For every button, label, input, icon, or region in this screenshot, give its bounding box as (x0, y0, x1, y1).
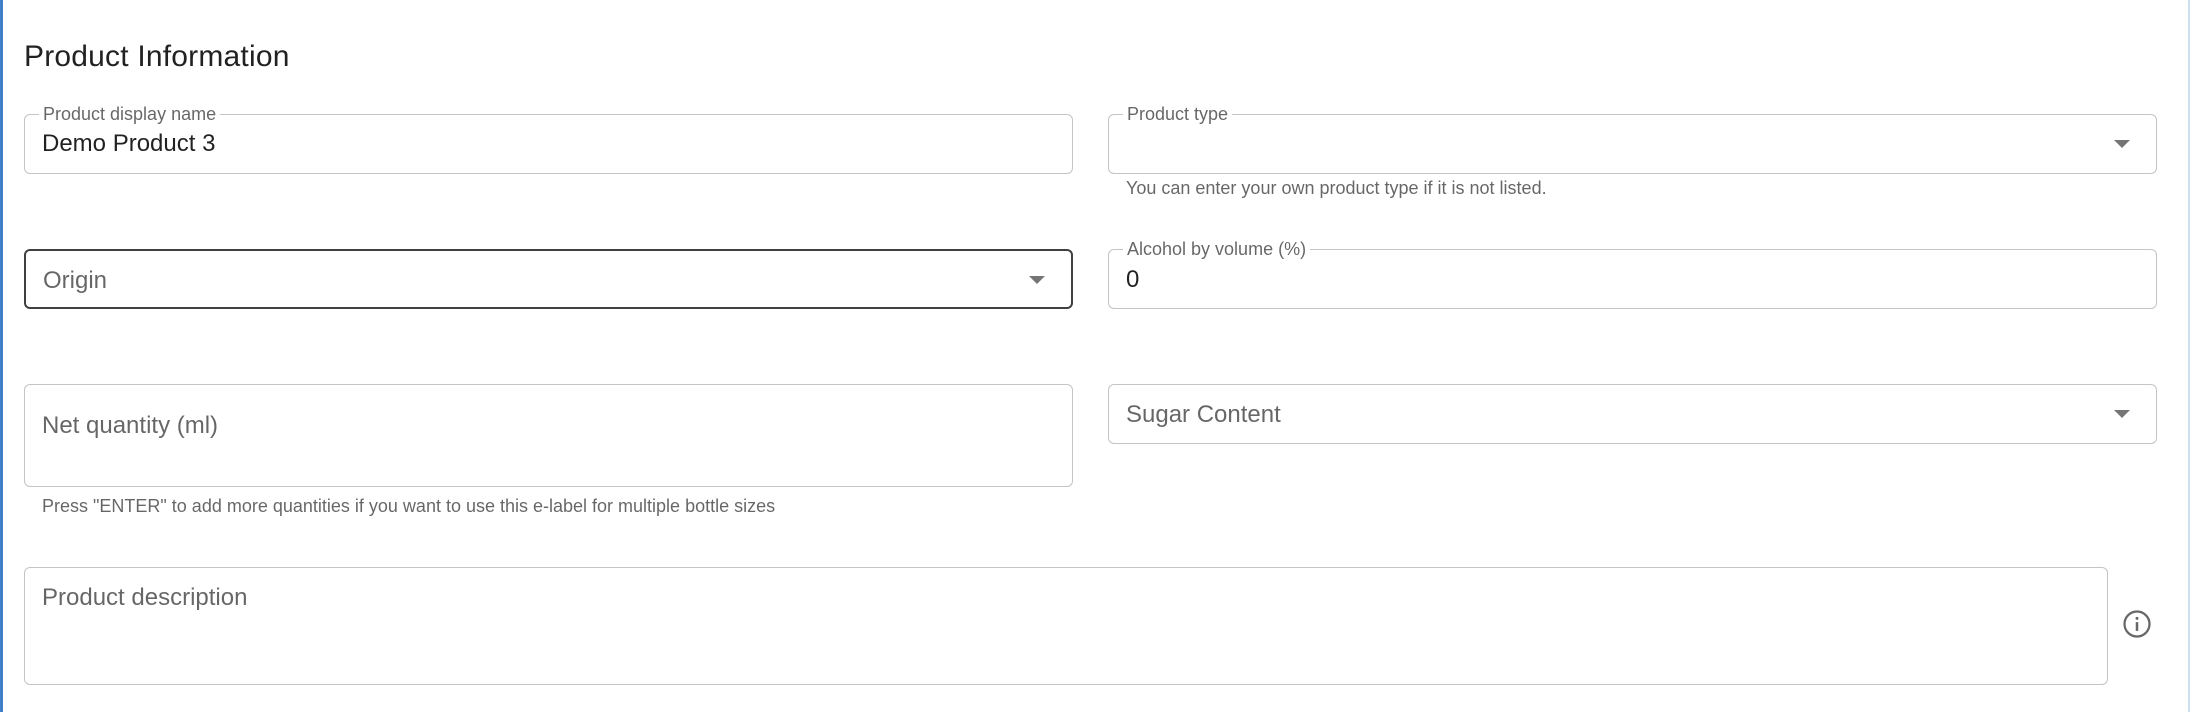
net-quantity-placeholder: Net quantity (ml) (42, 412, 219, 439)
origin-select[interactable]: Origin (24, 249, 1073, 309)
origin-placeholder: Origin (43, 267, 108, 294)
chevron-down-icon[interactable] (2114, 410, 2130, 418)
abv-label: Alcohol by volume (%) (1123, 239, 1311, 259)
product-description-field[interactable]: Product description (24, 567, 2108, 685)
product-display-name-value: Demo Product 3 (42, 130, 216, 157)
product-type-label: Product type (1123, 104, 1233, 124)
product-display-name-field[interactable]: Product display name Demo Product 3 (24, 104, 1073, 174)
section-title: Product Information (24, 40, 290, 73)
info-icon[interactable] (2122, 609, 2152, 639)
product-display-name-label: Product display name (39, 104, 221, 124)
abv-field[interactable]: Alcohol by volume (%) 0 (1108, 239, 2157, 309)
product-type-helper: You can enter your own product type if i… (1126, 178, 1547, 198)
net-quantity-helper: Press "ENTER" to add more quantities if … (42, 496, 776, 516)
product-description-placeholder: Product description (42, 584, 248, 611)
product-type-select[interactable]: Product type (1108, 104, 2157, 174)
sugar-content-select[interactable]: Sugar Content (1108, 384, 2157, 444)
chevron-down-icon[interactable] (2114, 140, 2130, 148)
chevron-down-icon[interactable] (1029, 276, 1045, 284)
sugar-content-placeholder: Sugar Content (1126, 401, 1281, 428)
abv-value: 0 (1126, 266, 1140, 293)
left-border (0, 0, 3, 712)
net-quantity-field[interactable]: Net quantity (ml) (24, 384, 1073, 487)
